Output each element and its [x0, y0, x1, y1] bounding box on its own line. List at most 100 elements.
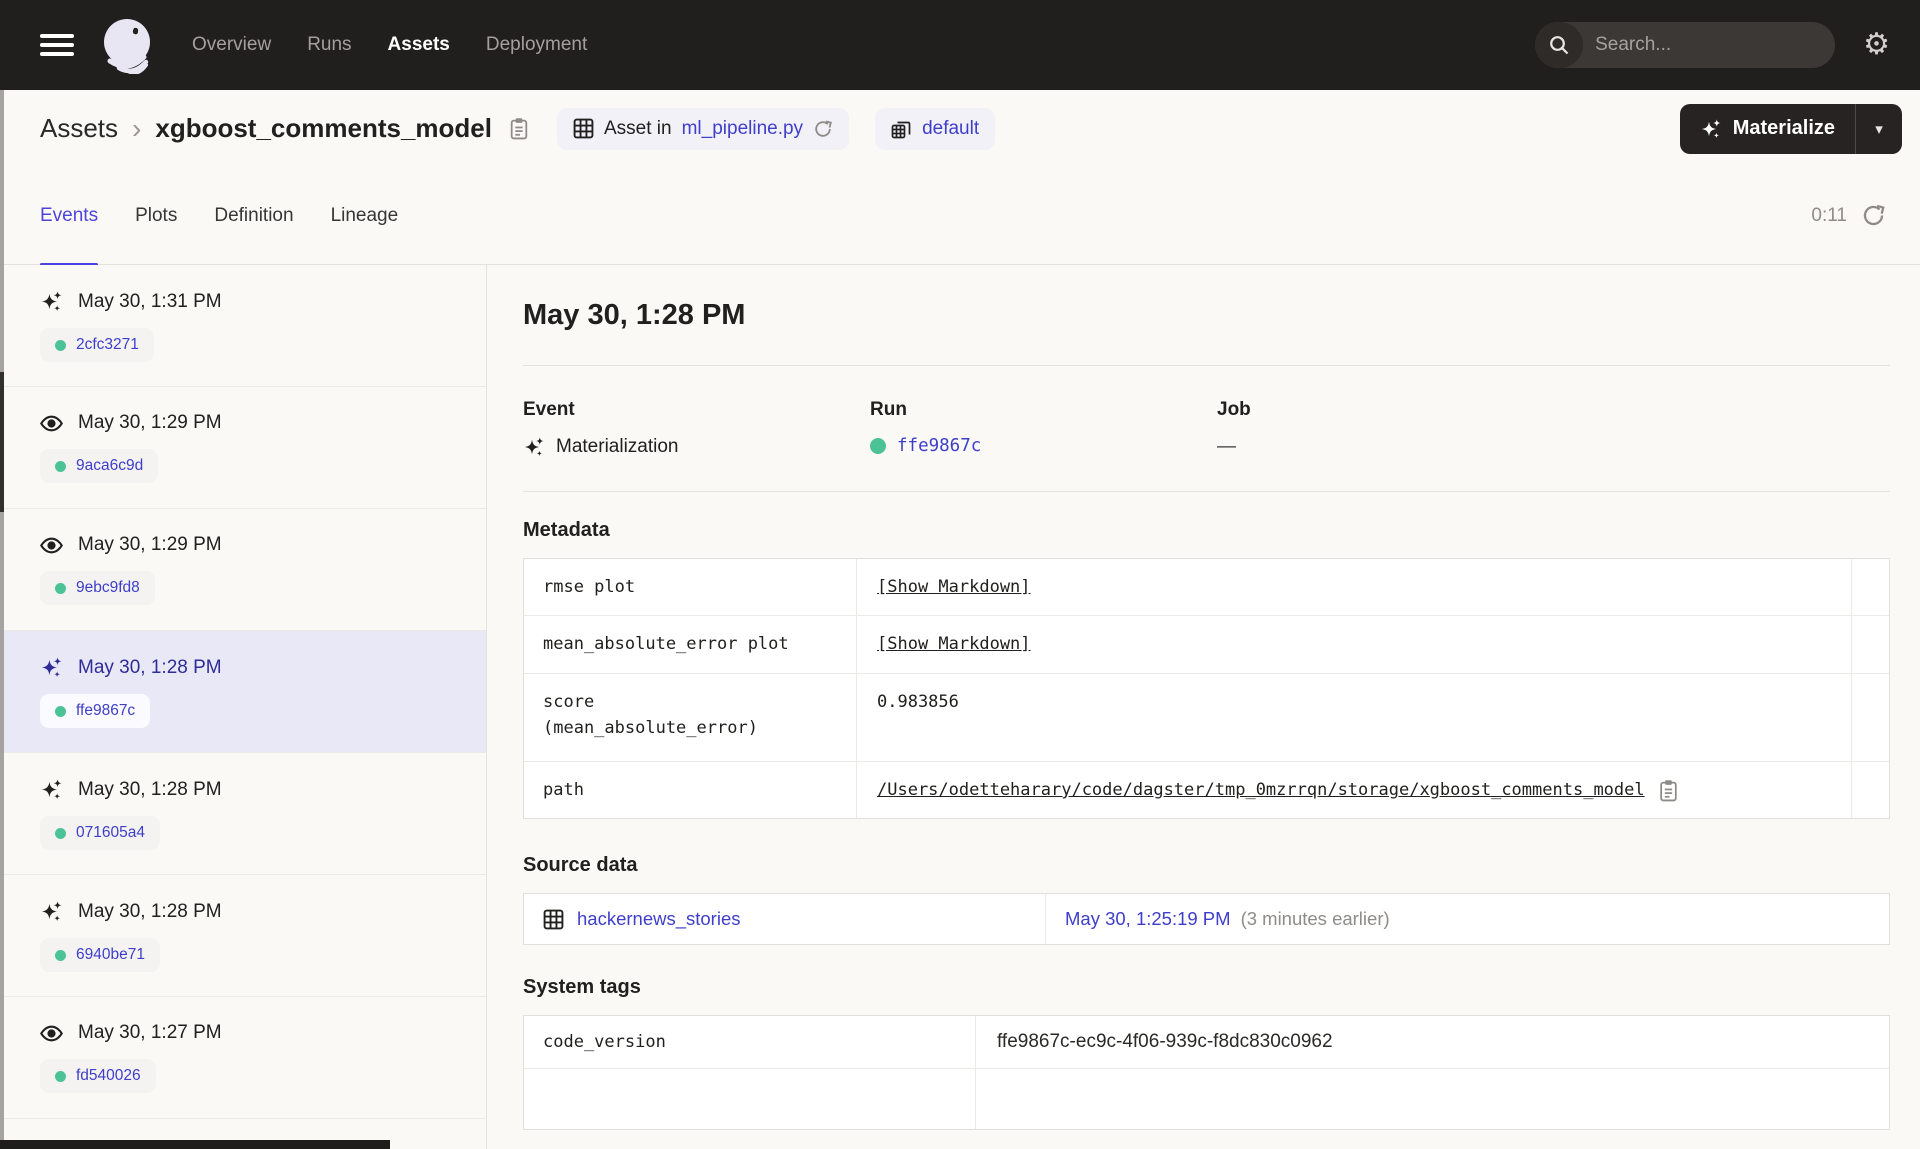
window-edge-shadow: [0, 372, 4, 512]
system-tag-value: [976, 1069, 1889, 1129]
materialize-button[interactable]: Materialize: [1680, 104, 1855, 154]
tab-lineage[interactable]: Lineage: [331, 167, 399, 265]
asset-location-prefix: Asset in: [604, 117, 672, 139]
run-id-tag[interactable]: ffe9867c: [40, 694, 151, 728]
event-type-value: Materialization: [556, 436, 679, 457]
run-status-dot: [55, 339, 66, 351]
event-detail-panel: May 30, 1:28 PM Event Materialization Ru…: [487, 265, 1920, 1149]
nav-deployment[interactable]: Deployment: [486, 34, 587, 56]
run-id-link[interactable]: 2cfc3271: [76, 336, 139, 354]
asset-header: Assets › xgboost_comments_model Asset in…: [0, 90, 1920, 167]
nav-runs[interactable]: Runs: [307, 34, 351, 56]
asset-grid-icon: [543, 909, 564, 930]
event-list-item[interactable]: May 30, 1:28 PM 071605a4: [0, 753, 486, 875]
materialization-icon: [41, 901, 62, 922]
event-detail-title: May 30, 1:28 PM: [523, 299, 746, 331]
run-id-link[interactable]: 6940be71: [76, 946, 145, 964]
event-list-item[interactable]: May 30, 1:29 PM 9ebc9fd8: [0, 509, 486, 631]
divider: [523, 365, 1890, 366]
table-row: [524, 1068, 1889, 1130]
run-id-link[interactable]: ffe9867c: [897, 436, 981, 456]
show-markdown-link[interactable]: [Show Markdown]: [877, 574, 1031, 600]
materialization-icon: [41, 291, 62, 312]
run-id-tag[interactable]: 071605a4: [40, 816, 160, 850]
run-id-link[interactable]: fd540026: [76, 1067, 141, 1085]
event-timestamp: May 30, 1:29 PM: [78, 412, 222, 433]
event-list: May 30, 1:31 PM 2cfc3271 May 30, 1:29 PM…: [0, 265, 487, 1149]
global-search[interactable]: /: [1535, 22, 1836, 68]
event-column-label: Event: [523, 399, 575, 420]
table-spacer-cell: [1851, 559, 1889, 616]
metadata-key: mean_absolute_error plot: [524, 616, 857, 673]
dagster-logo-icon[interactable]: [100, 16, 158, 74]
tab-plots[interactable]: Plots: [135, 167, 177, 265]
gear-icon[interactable]: ⚙: [1863, 30, 1890, 60]
run-id-tag[interactable]: 2cfc3271: [40, 328, 154, 362]
metadata-heading: Metadata: [523, 519, 610, 541]
breadcrumb-assets-link[interactable]: Assets: [40, 113, 118, 144]
run-id-tag[interactable]: 6940be71: [40, 938, 160, 972]
tab-definition[interactable]: Definition: [214, 167, 293, 265]
metadata-key: path: [524, 762, 857, 819]
copy-path-icon[interactable]: [1658, 779, 1680, 802]
job-column-label: Job: [1217, 399, 1251, 420]
search-input[interactable]: [1583, 34, 1836, 56]
run-id-tag[interactable]: fd540026: [40, 1059, 156, 1093]
run-id-tag[interactable]: 9aca6c9d: [40, 449, 159, 483]
refresh-icon[interactable]: [1861, 203, 1886, 228]
run-id-link[interactable]: 9aca6c9d: [76, 457, 143, 475]
run-status-dot: [55, 460, 66, 472]
table-row: mean_absolute_error plot [Show Markdown]: [524, 615, 1889, 673]
event-timestamp: May 30, 1:28 PM: [78, 900, 222, 922]
dagster-asset-page: Overview Runs Assets Deployment / ⚙ Asse…: [0, 0, 1920, 1149]
storage-path-link[interactable]: /Users/odetteharary/code/dagster/tmp_0mz…: [877, 777, 1645, 803]
nav-overview[interactable]: Overview: [192, 34, 271, 56]
event-timestamp: May 30, 1:29 PM: [78, 534, 222, 555]
run-id-link[interactable]: 9ebc9fd8: [76, 579, 140, 597]
group-tag-label[interactable]: default: [922, 118, 979, 140]
system-tags-table: code_version ffe9867c-ec9c-4f06-939c-f8d…: [523, 1015, 1890, 1131]
run-column-label: Run: [870, 399, 907, 420]
observation-icon: [40, 1025, 63, 1041]
event-list-item[interactable]: May 30, 1:29 PM 9aca6c9d: [0, 387, 486, 509]
event-list-item-selected[interactable]: May 30, 1:28 PM ffe9867c: [0, 631, 486, 753]
source-data-heading: Source data: [523, 854, 638, 877]
group-tag[interactable]: default: [875, 107, 996, 150]
table-row: rmse plot [Show Markdown]: [524, 559, 1889, 616]
asset-location-tag[interactable]: Asset in ml_pipeline.py: [557, 107, 850, 150]
source-timestamp-link[interactable]: May 30, 1:25:19 PM: [1065, 908, 1231, 930]
event-list-item[interactable]: May 30, 1:27 PM fd540026: [0, 997, 486, 1119]
run-id-link[interactable]: ffe9867c: [76, 702, 135, 720]
menu-icon[interactable]: [40, 29, 74, 61]
chevron-down-icon: ▾: [1875, 120, 1883, 138]
tab-events[interactable]: Events: [40, 167, 99, 266]
code-location-link[interactable]: ml_pipeline.py: [682, 118, 803, 140]
breadcrumb-separator: ›: [132, 112, 142, 144]
materialize-dropdown-button[interactable]: ▾: [1855, 103, 1902, 154]
source-asset-link[interactable]: hackernews_stories: [577, 908, 741, 930]
system-tags-heading: System tags: [523, 976, 641, 999]
run-id-link[interactable]: 071605a4: [76, 824, 145, 842]
event-list-item[interactable]: May 30, 1:31 PM 2cfc3271: [0, 265, 486, 387]
copy-asset-name-icon[interactable]: [508, 117, 531, 140]
divider: [523, 491, 1890, 492]
table-spacer-cell: [1851, 616, 1889, 673]
system-tag-key: code_version: [524, 1016, 976, 1069]
observation-icon: [40, 415, 63, 431]
grid-icon: [573, 118, 594, 139]
run-id-tag[interactable]: 9ebc9fd8: [40, 571, 155, 605]
nav-assets[interactable]: Assets: [388, 34, 450, 56]
metadata-key: rmse plot: [524, 559, 857, 616]
reload-location-icon[interactable]: [813, 119, 833, 139]
table-row: score (mean_absolute_error) 0.983856: [524, 672, 1889, 762]
source-timestamp-note: (3 minutes earlier): [1240, 908, 1390, 930]
run-status-dot: [55, 705, 66, 717]
observation-icon: [40, 537, 63, 553]
table-row: path /Users/odetteharary/code/dagster/tm…: [524, 761, 1889, 819]
group-grid-icon: [891, 121, 911, 139]
materialize-split-button: Materialize ▾: [1679, 103, 1902, 154]
metadata-score-value: 0.983856: [877, 691, 959, 712]
source-data-table: hackernews_stories May 30, 1:25:19 PM (3…: [523, 893, 1890, 946]
show-markdown-link[interactable]: [Show Markdown]: [877, 631, 1031, 657]
event-list-item[interactable]: May 30, 1:28 PM 6940be71: [0, 875, 486, 997]
